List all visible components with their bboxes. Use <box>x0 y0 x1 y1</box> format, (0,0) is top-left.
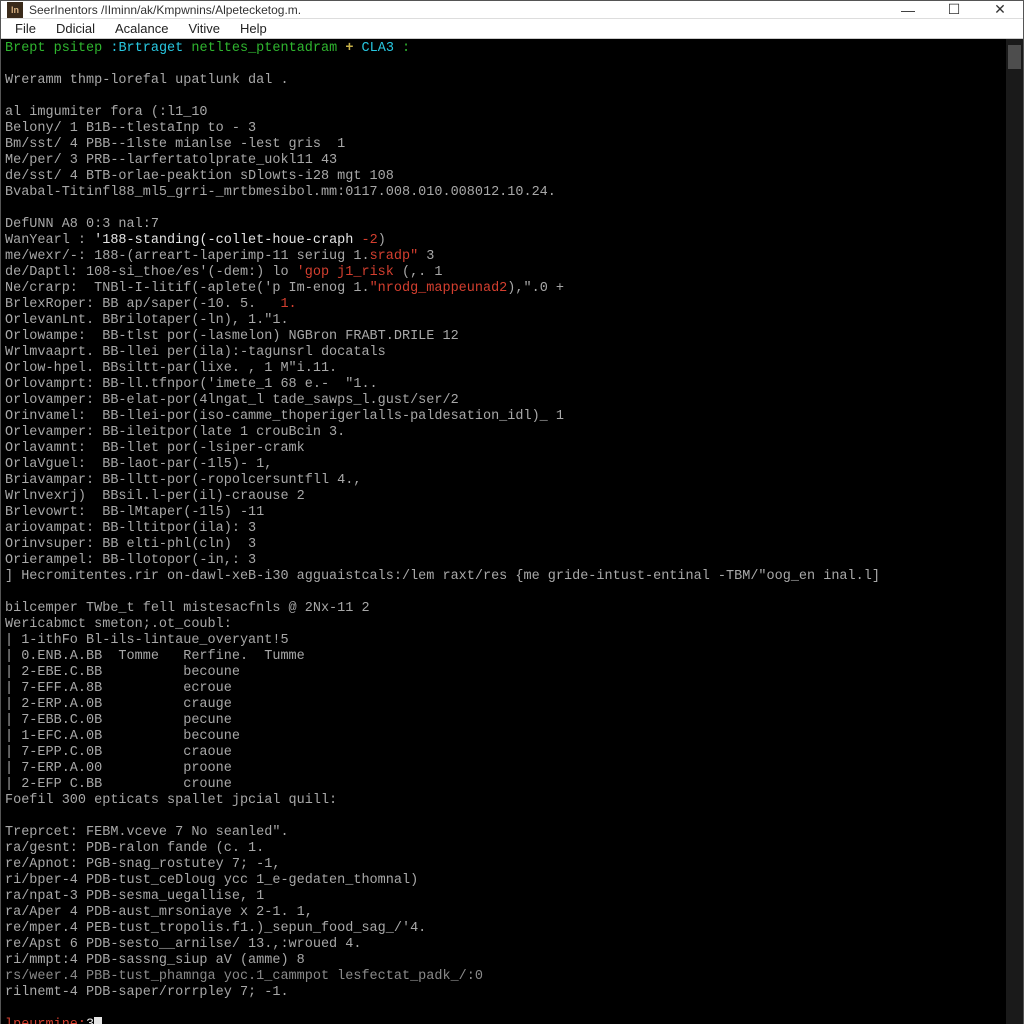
output-line: Orinvamel: BB-llei-por(iso-camme_thoperi… <box>5 409 564 424</box>
scroll-thumb[interactable] <box>1008 45 1021 69</box>
output-line: ri/bper-4 PDB-tust_ceDloug ycc 1_e-gedat… <box>5 873 418 888</box>
output-seg: '188-standing(-collet-houe-craph <box>94 233 353 248</box>
output-line: al imgumiter fora (:l1_10 <box>5 105 208 120</box>
output-line: Ne/crarp: TNBl-I-litif(-aplete('p Im-eno… <box>5 281 370 296</box>
output-seg: sradp" <box>370 249 419 264</box>
output-line: re/Apst 6 PDB-sesto__arnilse/ 13.,:wroue… <box>5 937 361 952</box>
output-line: ri/mmpt:4 PDB-sassng_siup aV (amme) 8 <box>5 953 305 968</box>
minimize-icon: — <box>901 2 915 18</box>
output-line: de/Daptl: 108-si_thoe/es'(-dem:) lo <box>5 265 289 280</box>
terminal-area: Brept psitep :Brtraget netltes_ptentadra… <box>1 39 1023 1024</box>
output-line: Me/per/ 3 PRB--larfertatolprate_uokl11 4… <box>5 153 337 168</box>
output-line: orlovamper: BB-elat-por(4lngat_l tade_sa… <box>5 393 459 408</box>
output-line: | 7-EBB.C.0B pecune <box>5 713 232 728</box>
output-line: | 2-EFP C.BB croune <box>5 777 232 792</box>
titlebar: In SeerInentors /IIminn/ak/Kmpwnins/Alpe… <box>1 1 1023 19</box>
output-line: bilcemper TWbe_t fell mistesacfnls @ 2Nx… <box>5 601 370 616</box>
output-line: | 2-EBE.C.BB becoune <box>5 665 240 680</box>
output-line: OrlevanLnt. BBrilotaper(-ln), 1."1. <box>5 313 289 328</box>
output-line: | 7-ERP.A.00 proone <box>5 761 232 776</box>
output-line: ra/npat-3 PDB-sesma_uegallise, 1 <box>5 889 264 904</box>
close-icon: ✕ <box>994 1 1006 18</box>
output-line: me/wexr/-: 188-(arreart-laperimp-11 seri… <box>5 249 370 264</box>
menu-vitive[interactable]: Vitive <box>178 19 230 38</box>
cmd-seg-6: CLA3 <box>362 41 394 56</box>
output-line: rilnemt-4 PDB-saper/rorrpley 7; -1. <box>5 985 289 1000</box>
output-line: DefUNN A8 0:3 nal:7 <box>5 217 159 232</box>
output-seg: (,. 1 <box>402 265 443 280</box>
output-line: ra/Aper 4 PDB-aust_mrsoniaye x 2-1. 1, <box>5 905 313 920</box>
output-line: Bvabal-Titinfl88_ml5_grri-_mrtbmesibol.m… <box>5 185 556 200</box>
output-seg: -2 <box>361 233 377 248</box>
cmd-seg-2: psitep <box>54 41 103 56</box>
menu-ddicial[interactable]: Ddicial <box>46 19 105 38</box>
cmd-seg-1: Brept <box>5 41 46 56</box>
output-line: | 0.ENB.A.BB Tomme Rerfine. Tumme <box>5 649 305 664</box>
maximize-button[interactable]: ☐ <box>931 1 977 18</box>
cursor-icon <box>94 1017 102 1024</box>
close-button[interactable]: ✕ <box>977 1 1023 18</box>
terminal[interactable]: Brept psitep :Brtraget netltes_ptentadra… <box>1 39 1006 1024</box>
output-line: Brlevowrt: BB-lMtaper(-1l5) -11 <box>5 505 264 520</box>
scrollbar[interactable]: ▾ <box>1006 39 1023 1024</box>
output-line: Orlow-hpel. BBsiltt-par(lixe. , 1 M"i.11… <box>5 361 337 376</box>
output-line: re/mper.4 PEB-tust_tropolis.f1.)_sepun_f… <box>5 921 426 936</box>
output-line: re/Apnot: PGB-snag_rostutey 7; -1, <box>5 857 280 872</box>
output-line: Orlavamnt: BB-llet por(-lsiper-cramk <box>5 441 305 456</box>
cmd-seg-3: :Brtraget <box>110 41 183 56</box>
output-line: Foefil 300 epticats spallet jpcial quill… <box>5 793 337 808</box>
output-line: rs/weer.4 PBB-tust_phamnga yoc.1_cammpot… <box>5 969 483 984</box>
output-line: | 2-ERP.A.0B crauge <box>5 697 232 712</box>
output-seg: ) <box>378 233 386 248</box>
output-line: Belony/ 1 B1B--tlestaInp to - 3 <box>5 121 256 136</box>
output-line: Wrlmvaaprt. BB-llei per(ila):-tagunsrl d… <box>5 345 386 360</box>
output-line: Wreramm thmp-lorefal upatlunk dal . <box>5 73 289 88</box>
output-line: | 1-EFC.A.0B becoune <box>5 729 240 744</box>
output-line: | 1-ithFo Bl-ils-lintaue_overyant!5 <box>5 633 289 648</box>
menu-file[interactable]: File <box>5 19 46 38</box>
window-controls: — ☐ ✕ <box>885 1 1023 18</box>
output-line: Treprcet: FEBM.vceve 7 No seanled". <box>5 825 289 840</box>
output-line: de/sst/ 4 BTB-orlae-peaktion sDlowts-i28… <box>5 169 394 184</box>
output-seg: 3 <box>426 249 434 264</box>
app-icon: In <box>7 2 23 18</box>
output-seg: ),".0 + <box>507 281 564 296</box>
output-line: Orinvsuper: BB elti-phl(cln) 3 <box>5 537 256 552</box>
prompt-input[interactable]: 3 <box>86 1018 94 1024</box>
output-line: Orierampel: BB-llotopor(-in,: 3 <box>5 553 256 568</box>
output-line: WanYearl : <box>5 233 86 248</box>
output-seg: 'gop j1_risk <box>297 265 394 280</box>
window-title: SeerInentors /IIminn/ak/Kmpwnins/Alpetec… <box>29 3 885 17</box>
cmd-seg-5: + <box>345 41 353 56</box>
output-line: Wrlnvexrj) BBsil.l-per(il)-craouse 2 <box>5 489 305 504</box>
output-line: Briavampar: BB-lltt-por(-ropolcersuntfll… <box>5 473 361 488</box>
output-line: ra/gesnt: PDB-ralon fande (c. 1. <box>5 841 264 856</box>
output-seg: 1. <box>264 297 296 312</box>
menubar: File Ddicial Acalance Vitive Help <box>1 19 1023 39</box>
output-line: ] Hecromitentes.rir on-dawl-xeB-i30 aggu… <box>5 569 880 584</box>
app-window: In SeerInentors /IIminn/ak/Kmpwnins/Alpe… <box>0 0 1024 1024</box>
output-line: OrlaVguel: BB-laot-par(-1l5)- 1, <box>5 457 272 472</box>
output-line: Wericabmct smeton;.ot_coubl: <box>5 617 232 632</box>
menu-acalance[interactable]: Acalance <box>105 19 178 38</box>
output-seg: "nrodg_mappeunad2 <box>370 281 508 296</box>
prompt-label: lpeurmine: <box>5 1018 86 1024</box>
minimize-button[interactable]: — <box>885 1 931 18</box>
cmd-seg-7: : <box>402 41 410 56</box>
menu-help[interactable]: Help <box>230 19 277 38</box>
output-line: BrlexRoper: BB ap/saper(-10. 5. <box>5 297 264 312</box>
output-line: | 7-EPP.C.0B craoue <box>5 745 232 760</box>
output-line: Bm/sst/ 4 PBB--1lste mianlse -lest gris … <box>5 137 345 152</box>
maximize-icon: ☐ <box>948 1 961 18</box>
output-line: Orlowampe: BB-tlst por(-lasmelon) NGBron… <box>5 329 459 344</box>
output-line: ariovampat: BB-lltitpor(ila): 3 <box>5 521 256 536</box>
output-line: Orlovamprt: BB-ll.tfnpor('imete_1 68 e.-… <box>5 377 378 392</box>
output-line: | 7-EFF.A.8B ecroue <box>5 681 232 696</box>
chevron-down-icon[interactable]: ▾ <box>1006 1019 1023 1024</box>
cmd-seg-4: netltes_ptentadram <box>191 41 337 56</box>
output-line: Orlevamper: BB-ileitpor(late 1 crouBcin … <box>5 425 345 440</box>
